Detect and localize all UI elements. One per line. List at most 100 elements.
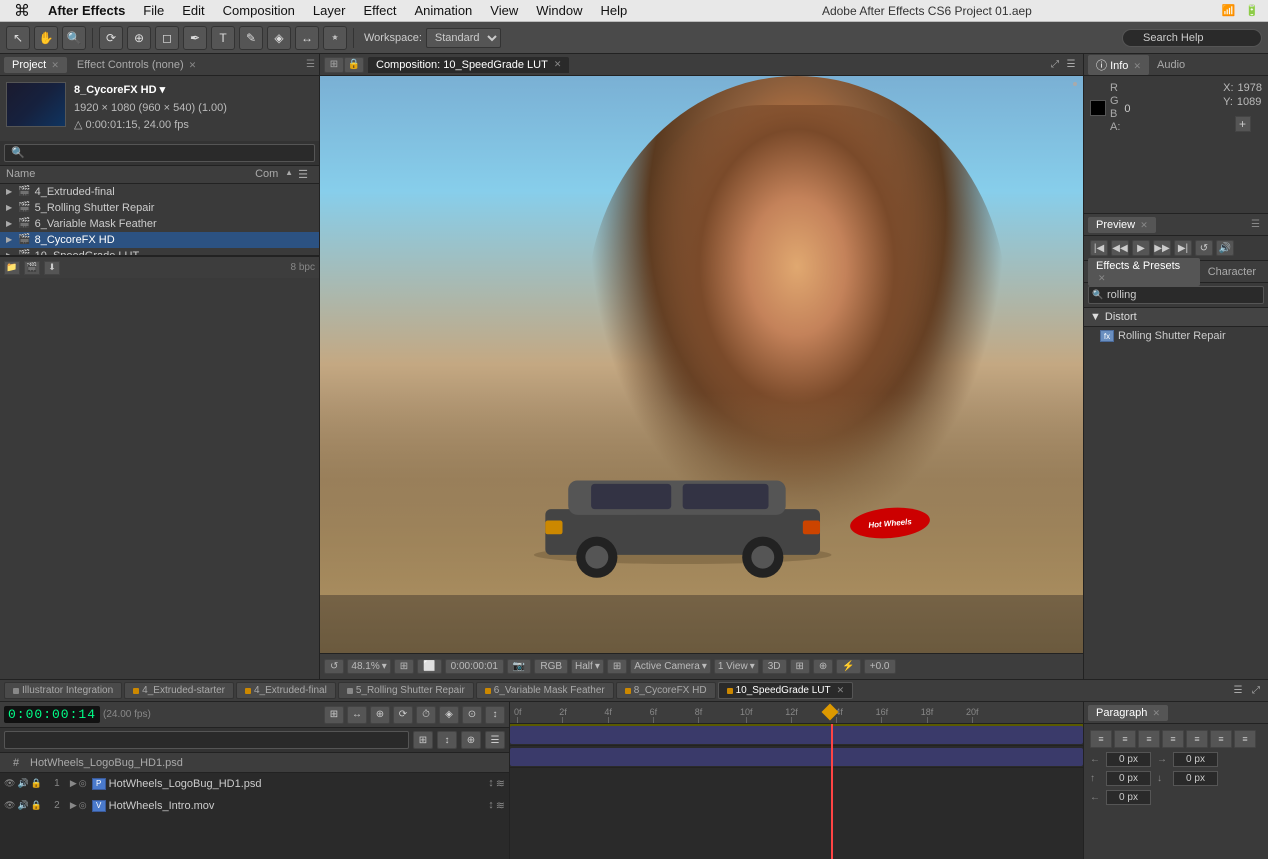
paragraph-close[interactable]: ✕ — [1152, 708, 1160, 718]
menu-edit[interactable]: Edit — [174, 1, 212, 20]
justify-all-btn[interactable]: ≡ — [1234, 730, 1256, 748]
motion-blur-btn-2[interactable]: ≋ — [496, 799, 505, 812]
switch-btn[interactable]: ↕ — [488, 777, 494, 790]
switch-btn-2[interactable]: ↕ — [488, 799, 494, 812]
eye-icon-2[interactable]: 👁 — [4, 800, 15, 811]
comp-tab-6-variable[interactable]: 6_Variable Mask Feather — [476, 682, 614, 699]
tl-btn-2[interactable]: ↔ — [347, 706, 367, 724]
menu-view[interactable]: View — [482, 1, 526, 20]
tab-paragraph[interactable]: Paragraph ✕ — [1088, 705, 1168, 721]
pen-tool[interactable]: ✒ — [183, 26, 207, 50]
align-left-btn[interactable]: ≡ — [1090, 730, 1112, 748]
transparency-btn[interactable]: ⊞ — [607, 659, 627, 674]
workspace-dropdown[interactable]: Standard — [426, 28, 501, 48]
rect-tool[interactable]: ◻ — [155, 26, 179, 50]
timecode-display[interactable]: 0:00:00:01 — [445, 659, 504, 674]
tl-btn-6[interactable]: ◈ — [439, 706, 459, 724]
project-close[interactable]: ✕ — [51, 60, 59, 70]
distort-category[interactable]: ▼ Distort — [1084, 308, 1268, 327]
views-dropdown[interactable]: 1 View ▾ — [714, 659, 759, 674]
comp-tab-illustrator[interactable]: Illustrator Integration — [4, 682, 122, 699]
viewer-lock-btn[interactable]: 🔒 — [344, 57, 364, 73]
brush-tool[interactable]: ✎ — [239, 26, 263, 50]
tab-project[interactable]: Project ✕ — [4, 57, 67, 73]
track-bar-1[interactable] — [510, 726, 1083, 744]
menu-window[interactable]: Window — [528, 1, 590, 20]
eye-icon[interactable]: 👁 — [4, 778, 15, 789]
space-input-2[interactable] — [1173, 771, 1218, 786]
motion-blur-btn[interactable]: ≋ — [496, 777, 505, 790]
effects-controls-close[interactable]: ✕ — [189, 60, 197, 70]
viewer-grid-btn[interactable]: ⊞ — [324, 57, 344, 73]
plus-btn[interactable]: + — [1223, 116, 1262, 132]
text-tool[interactable]: T — [211, 26, 235, 50]
fast-preview[interactable]: ⚡ — [836, 659, 860, 674]
tl-btn-5[interactable]: ⏱ — [416, 706, 436, 724]
channels-btn[interactable]: RGB — [534, 659, 568, 674]
solo-btn[interactable]: ◎ — [79, 778, 87, 789]
camera-dropdown[interactable]: Active Camera ▾ — [630, 659, 711, 674]
camera-tool[interactable]: ⊕ — [127, 26, 151, 50]
expand-arrow-2[interactable]: ▶ — [70, 800, 77, 811]
exposure-btn[interactable]: ⊕ — [813, 659, 833, 674]
3d-btn[interactable]: 3D — [762, 659, 787, 674]
tl-btn-8[interactable]: ↕ — [485, 706, 505, 724]
effects-search-input[interactable] — [1088, 286, 1264, 304]
new-folder-btn[interactable]: 📁 — [4, 261, 20, 275]
align-center-btn[interactable]: ≡ — [1114, 730, 1136, 748]
tl-btn-3[interactable]: ⊕ — [370, 706, 390, 724]
file-item-10-speedgrade[interactable]: ▶ 🎬 10_SpeedGrade LUT — [0, 248, 319, 256]
solo-btn-2[interactable]: ◎ — [79, 800, 87, 811]
skip-to-start-btn[interactable]: |◀ — [1090, 240, 1108, 256]
panel-menu[interactable]: ☰ — [306, 59, 315, 70]
project-search-input[interactable] — [4, 144, 315, 162]
comp-tabs-menu[interactable]: ☰ — [1230, 683, 1246, 699]
play-btn[interactable]: ▶ — [1132, 240, 1150, 256]
mask-btn[interactable]: ⬜ — [417, 659, 441, 674]
indent-input-2[interactable] — [1173, 752, 1218, 767]
next-frame-btn[interactable]: ▶▶ — [1153, 240, 1171, 256]
layers-filter-btn[interactable]: ↕ — [437, 731, 457, 749]
layer-row-1[interactable]: 👁 🔊 🔒 1 ▶ ◎ P HotWheels_LogoBug_HD1.psd … — [0, 773, 509, 795]
loop-btn[interactable]: ↺ — [1195, 240, 1213, 256]
preview-menu[interactable]: ☰ — [1247, 219, 1264, 230]
apple-menu[interactable]: ⌘ — [6, 0, 38, 23]
file-item-4-extruded-final[interactable]: ▶ 🎬 4_Extruded-final — [0, 184, 319, 200]
comp-tab-close[interactable]: ✕ — [837, 685, 845, 696]
rotate-tool[interactable]: ⟳ — [99, 26, 123, 50]
space-input-1[interactable] — [1106, 771, 1151, 786]
viewer-settings[interactable]: ☰ — [1063, 57, 1079, 73]
audio-icon[interactable]: 🔊 — [17, 778, 28, 789]
import-btn[interactable]: ⬇ — [44, 261, 60, 275]
layers-menu-btn[interactable]: ☰ — [485, 731, 505, 749]
hand-tool[interactable]: ✋ — [34, 26, 58, 50]
eraser-tool[interactable]: ↔ — [295, 26, 319, 50]
zoom-tool[interactable]: 🔍 — [62, 26, 86, 50]
info-close[interactable]: ✕ — [1133, 61, 1141, 71]
quality-dropdown[interactable]: Half ▾ — [571, 659, 604, 674]
comp-tab-4-final[interactable]: 4_Extruded-final — [236, 682, 336, 699]
offset-display[interactable]: +0.0 — [864, 659, 896, 674]
justify-right-btn[interactable]: ≡ — [1210, 730, 1232, 748]
effects-close[interactable]: ✕ — [1098, 273, 1106, 283]
sort-button[interactable]: ☰ — [293, 168, 313, 181]
new-comp-btn[interactable]: 🎬 — [24, 261, 40, 275]
layers-sort-btn[interactable]: ⊞ — [413, 731, 433, 749]
tl-btn-7[interactable]: ⊙ — [462, 706, 482, 724]
puppet-tool[interactable]: ⭒ — [323, 26, 347, 50]
zoom-dropdown[interactable]: 48.1% ▾ — [347, 659, 390, 674]
track-bar-2[interactable] — [510, 748, 1083, 766]
tab-character[interactable]: Character — [1200, 264, 1264, 280]
tab-effect-controls[interactable]: Effect Controls (none) ✕ — [69, 57, 204, 73]
viewer-tab-close[interactable]: ✕ — [554, 59, 562, 70]
tab-audio[interactable]: Audio — [1149, 57, 1193, 73]
menu-composition[interactable]: Composition — [215, 1, 303, 20]
justify-left-btn[interactable]: ≡ — [1162, 730, 1184, 748]
expand-arrow[interactable]: ▶ — [70, 778, 77, 789]
file-item-8-cycoreFX[interactable]: ▶ 🎬 8_CycoreFX HD — [0, 232, 319, 248]
prev-frame-btn[interactable]: ◀◀ — [1111, 240, 1129, 256]
lock-icon[interactable]: 🔒 — [31, 778, 42, 789]
playhead-line[interactable] — [831, 724, 833, 859]
layer-row-2[interactable]: 👁 🔊 🔒 2 ▶ ◎ V HotWheels_Intro.mov ↕ ≋ — [0, 795, 509, 817]
stamp-tool[interactable]: ◈ — [267, 26, 291, 50]
